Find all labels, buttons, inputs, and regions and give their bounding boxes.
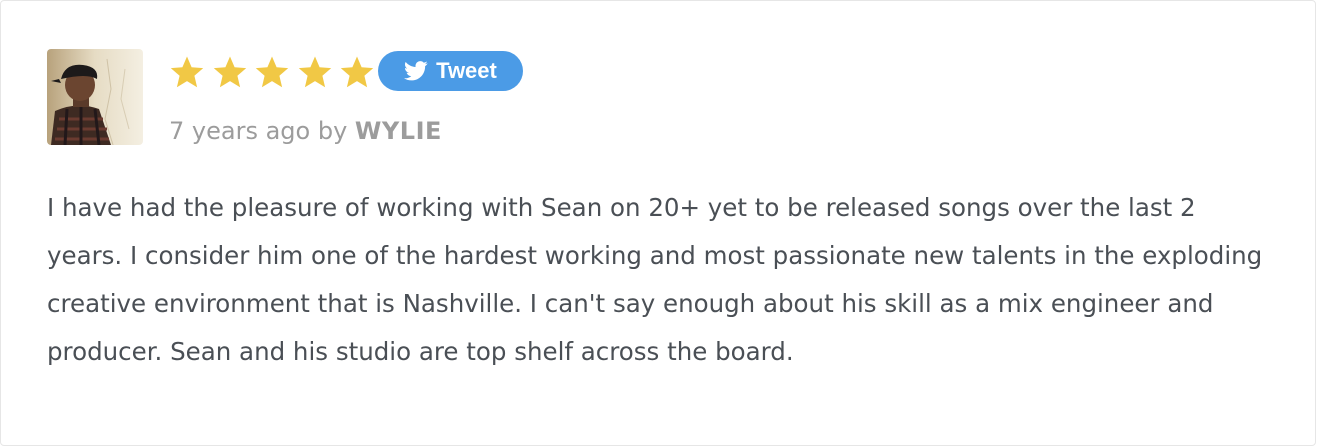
tweet-button-label: Tweet [436, 58, 497, 83]
reviewer-avatar [47, 49, 143, 145]
review-time-ago: 7 years ago [169, 117, 311, 145]
review-body: I have had the pleasure of working with … [47, 193, 1263, 366]
star-icon [297, 55, 333, 89]
review-card: Tweet 7 years ago by WYLIE I have had th… [0, 0, 1316, 446]
review-by-label: by [317, 117, 348, 145]
review-author[interactable]: WYLIE [355, 117, 442, 145]
star-icon [169, 55, 205, 89]
avatar-photo [47, 49, 143, 145]
star-rating [169, 54, 382, 90]
twitter-bird-icon [404, 61, 428, 81]
review-meta: 7 years ago by WYLIE [169, 111, 442, 151]
star-icon [339, 55, 375, 89]
star-icon [212, 55, 248, 89]
tweet-button[interactable]: Tweet [378, 51, 523, 91]
star-icon [254, 55, 290, 89]
